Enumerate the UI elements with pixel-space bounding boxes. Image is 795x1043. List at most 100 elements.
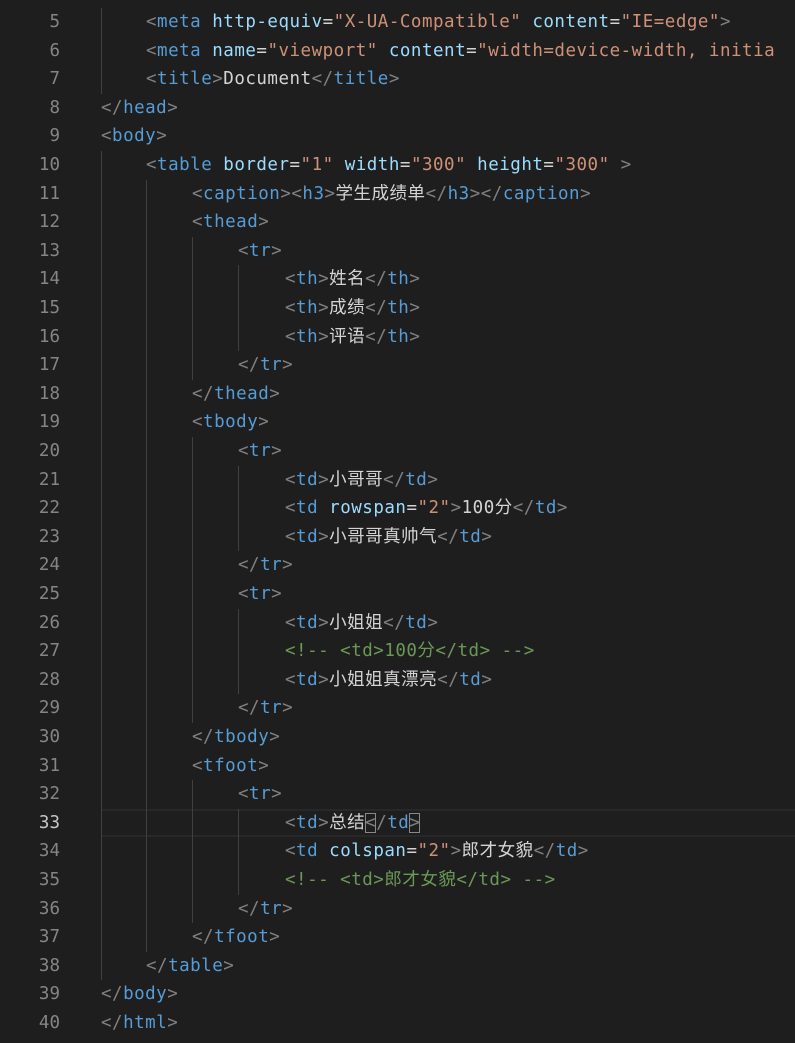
line-number: 21 [38, 469, 60, 490]
token-punct: < [192, 412, 204, 433]
code-line[interactable]: 15 <th>成绩</th> [0, 294, 795, 323]
code-line[interactable]: 28 <td>小姐姐真漂亮</td> [0, 665, 795, 695]
code-text[interactable]: <th>姓名</th> [285, 265, 420, 294]
code-line[interactable]: 32 <tr> [0, 780, 795, 809]
code-line[interactable]: 12 <thead> [0, 208, 795, 237]
indent-guide [238, 837, 239, 866]
code-text[interactable]: <td rowspan="2">100分</td> [285, 494, 568, 523]
code-text[interactable]: <td>小姐姐</td> [285, 609, 438, 638]
code-line[interactable]: 24 </tr> [0, 551, 795, 580]
indent-guide [101, 294, 102, 323]
code-text[interactable]: </thead> [192, 380, 280, 409]
code-text[interactable]: <td>总结</td> [285, 809, 421, 838]
code-text[interactable]: <title>Document</title> [146, 65, 400, 94]
code-text[interactable]: <tr> [238, 780, 282, 809]
code-line[interactable]: 14 <th>姓名</th> [0, 265, 795, 294]
code-line[interactable]: 7 <title>Document</title> [0, 65, 795, 94]
code-text[interactable]: <tr> [238, 437, 282, 466]
code-text[interactable]: <!-- <td>100分</td> --> [285, 637, 535, 666]
code-text[interactable]: </tr> [238, 895, 293, 924]
code-line[interactable]: 10 <table border="1" width="300" height="… [0, 151, 795, 180]
code-text[interactable]: <td>小哥哥真帅气</td> [285, 523, 492, 552]
code-line[interactable]: 30 </tbody> [0, 723, 795, 752]
indent-guide [192, 866, 193, 895]
code-line[interactable]: 17 </tr> [0, 351, 795, 380]
code-text[interactable]: </tr> [238, 694, 293, 723]
code-text[interactable]: <meta http-equiv="X-UA-Compatible" conte… [146, 8, 731, 37]
token-punct: </ [437, 526, 460, 547]
code-line[interactable]: 27 <!-- <td>100分</td> --> [0, 637, 795, 666]
code-line[interactable]: 5 <meta http-equiv="X-UA-Compatible" cont… [0, 8, 795, 37]
code-text[interactable]: <td colspan="2">郎才女貌</td> [285, 837, 589, 866]
code-editor[interactable]: 5 <meta http-equiv="X-UA-Compatible" cont… [0, 0, 795, 1043]
code-text[interactable]: <tbody> [192, 408, 269, 437]
code-line[interactable]: 23 <td>小哥哥真帅气</td> [0, 522, 795, 552]
token-attr: rowspan [329, 498, 407, 519]
code-line[interactable]: 8 </head> [0, 94, 795, 123]
token-tag: td [459, 526, 482, 547]
token-punct: < [238, 240, 250, 261]
code-line[interactable]: 22 <td rowspan="2">100分</td> [0, 494, 795, 523]
code-text[interactable]: <td>小姐姐真漂亮</td> [285, 666, 492, 695]
code-text[interactable]: </tbody> [192, 723, 280, 752]
token-tag: thead [214, 383, 270, 404]
token-equals: = [543, 155, 555, 175]
line-number: 37 [38, 927, 60, 948]
code-line[interactable]: 25 <tr> [0, 580, 795, 609]
indent-guide [146, 522, 147, 552]
code-line[interactable]: 29 </tr> [0, 694, 795, 723]
code-text[interactable]: <caption><h3>学生成绩单</h3></caption> [192, 180, 591, 209]
token-punct: > [280, 183, 292, 204]
code-text[interactable]: <meta name="viewport" content="width=dev… [146, 37, 775, 66]
code-text[interactable]: <tr> [238, 237, 282, 266]
code-line[interactable]: 26 <td>小姐姐</td> [0, 608, 795, 638]
code-line[interactable]: 38 </table> [0, 951, 795, 981]
indent-guide [101, 65, 102, 94]
code-line[interactable]: 16 <th>评语</th> [0, 322, 795, 352]
code-line[interactable]: 13 <tr> [0, 236, 795, 266]
token-tag: thead [203, 212, 259, 233]
code-text[interactable]: <th>成绩</th> [285, 294, 420, 323]
code-text[interactable]: </tr> [238, 551, 293, 580]
code-text[interactable]: <body> [101, 122, 167, 151]
token-text: 学生成绩单 [335, 183, 426, 204]
code-line[interactable]: 18 </thead> [0, 379, 795, 409]
code-text[interactable]: <thead> [192, 208, 269, 237]
code-text[interactable]: </html> [101, 1009, 178, 1038]
token-punct: > [318, 526, 330, 547]
code-text[interactable]: </tfoot> [192, 923, 280, 952]
code-line[interactable]: 31 <tfoot> [0, 751, 795, 781]
indent-guide [238, 808, 239, 838]
code-text[interactable]: <tfoot> [192, 752, 269, 781]
code-line[interactable]: 37 </tfoot> [0, 923, 795, 952]
code-line[interactable]: 20 <tr> [0, 437, 795, 466]
code-line[interactable]: 39 </body> [0, 980, 795, 1009]
code-line[interactable]: 34 <td colspan="2">郎才女貌</td> [0, 837, 795, 866]
token-tag: meta [157, 40, 202, 61]
code-text[interactable]: </head> [101, 94, 178, 123]
token-punct: </ [146, 955, 169, 976]
code-line[interactable]: 6 <meta name="viewport" content="width=de… [0, 36, 795, 66]
code-line[interactable]: 11 <caption><h3>学生成绩单</h3></caption> [0, 179, 795, 209]
code-text[interactable]: <td>小哥哥</td> [285, 466, 438, 495]
code-line[interactable]: 21 <td>小哥哥</td> [0, 465, 795, 495]
code-line[interactable]: 19 <tbody> [0, 408, 795, 437]
code-text[interactable]: </tr> [238, 351, 293, 380]
code-line[interactable]: 9 <body> [0, 122, 795, 151]
token-punct: > [481, 669, 493, 690]
code-text[interactable]: <table border="1" width="300" height="30… [146, 151, 632, 180]
code-line[interactable]: 33 <td>总结</td> [0, 808, 795, 838]
code-text[interactable]: <tr> [238, 580, 282, 609]
token-punct: > [620, 155, 632, 175]
code-text[interactable]: <th>评语</th> [285, 323, 420, 352]
code-text[interactable]: </body> [101, 980, 178, 1009]
token-tag: table [157, 155, 213, 175]
code-line[interactable]: 36 </tr> [0, 894, 795, 924]
indent-guide [192, 780, 193, 809]
code-text[interactable]: </table> [146, 952, 234, 981]
code-line[interactable]: 35 <!-- <td>郎才女貌</td> --> [0, 866, 795, 895]
code-line[interactable]: 40 </html> [0, 1009, 795, 1038]
code-text[interactable]: <!-- <td>郎才女貌</td> --> [285, 866, 556, 895]
